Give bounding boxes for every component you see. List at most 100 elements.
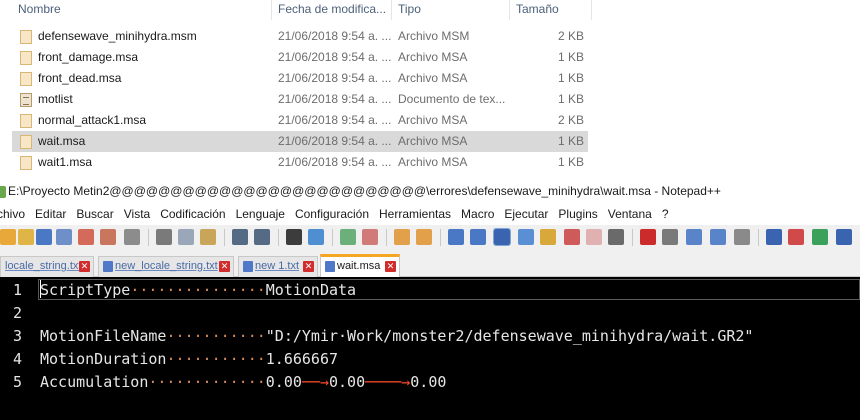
- save-macro-icon[interactable]: [734, 229, 750, 245]
- menu-vista[interactable]: Vista: [119, 203, 155, 225]
- tab-wait-msa[interactable]: wait.msa ✕: [320, 254, 400, 278]
- file-size: 1 KB: [557, 92, 584, 106]
- file-row[interactable]: wait1.msa 21/06/2018 9:54 a. ... Archivo…: [12, 152, 588, 173]
- menu-archivo[interactable]: rchivo: [0, 203, 30, 225]
- file-type: Archivo MSA: [398, 113, 468, 127]
- undo-icon[interactable]: [232, 229, 248, 245]
- column-header-size[interactable]: Tamaño: [510, 0, 592, 20]
- file-row[interactable]: front_dead.msa 21/06/2018 9:54 a. ... Ar…: [12, 68, 588, 89]
- run-macro-multiple-icon[interactable]: [710, 229, 726, 245]
- menu-plugins[interactable]: Plugins: [553, 203, 602, 225]
- line-number: 3: [12, 327, 22, 345]
- line-number: 5: [12, 373, 22, 391]
- file-name: defensewave_minihydra.msm: [38, 29, 197, 43]
- text-document-icon: [20, 93, 32, 107]
- file-row[interactable]: normal_attack1.msa 21/06/2018 9:54 a. ..…: [12, 110, 588, 131]
- column-header-date[interactable]: Fecha de modifica...: [272, 0, 392, 20]
- column-header-name[interactable]: Nombre: [12, 0, 272, 20]
- text-editor[interactable]: 1 2 3 4 5 ScriptType···············Motio…: [0, 277, 860, 420]
- sync-horizontal-icon[interactable]: [416, 229, 432, 245]
- find-icon[interactable]: [286, 229, 302, 245]
- plugin-icon[interactable]: [788, 229, 804, 245]
- print-icon[interactable]: [124, 229, 140, 245]
- file-row[interactable]: motlist 21/06/2018 9:54 a. ... Documento…: [12, 89, 588, 110]
- tab-arrow-icon: ────→: [365, 373, 411, 391]
- file-row[interactable]: front_damage.msa 21/06/2018 9:54 a. ... …: [12, 47, 588, 68]
- line-number: 4: [12, 350, 22, 368]
- plugin-icon[interactable]: [812, 229, 828, 245]
- paste-icon[interactable]: [200, 229, 216, 245]
- save-icon[interactable]: [36, 229, 52, 245]
- show-all-characters-icon[interactable]: [470, 229, 486, 245]
- monitoring-icon[interactable]: [608, 229, 624, 245]
- code-value: "D:/Ymir·Work/monster2/defensewave_minih…: [265, 327, 754, 345]
- close-tab-icon[interactable]: ✕: [219, 261, 230, 272]
- file-type: Archivo MSA: [398, 71, 468, 85]
- close-tab-icon[interactable]: ✕: [385, 261, 396, 272]
- tab-new-1[interactable]: new 1.txt ✕: [238, 256, 318, 277]
- menu-ejecutar[interactable]: Ejecutar: [499, 203, 553, 225]
- play-macro-icon[interactable]: [686, 229, 702, 245]
- word-wrap-icon[interactable]: [448, 229, 464, 245]
- file-date: 21/06/2018 9:54 a. ...: [278, 92, 392, 106]
- code-value: 0.00: [410, 373, 447, 391]
- window-titlebar[interactable]: E:\Proyecto Metin2@@@@@@@@@@@@@@@@@@@@@@…: [0, 179, 860, 203]
- file-name: wait.msa: [38, 134, 86, 148]
- replace-icon[interactable]: [308, 229, 324, 245]
- file-size: 1 KB: [557, 50, 584, 64]
- stop-macro-icon[interactable]: [662, 229, 678, 245]
- file-size: 2 KB: [557, 113, 584, 127]
- tab-new-locale-string[interactable]: new_locale_string.txt ✕: [98, 256, 234, 277]
- function-list-icon[interactable]: [564, 229, 580, 245]
- menu-configuracion[interactable]: Configuración: [290, 203, 374, 225]
- document-map-icon[interactable]: [540, 229, 556, 245]
- menu-ventana[interactable]: Ventana: [603, 203, 657, 225]
- window-title: E:\Proyecto Metin2@@@@@@@@@@@@@@@@@@@@@@…: [8, 184, 721, 198]
- file-row-selected[interactable]: wait.msa 21/06/2018 9:54 a. ... Archivo …: [12, 131, 588, 152]
- code-key: Accumulation: [40, 373, 149, 391]
- file-row[interactable]: defensewave_minihydra.msm 21/06/2018 9:5…: [12, 26, 588, 47]
- file-icon: [20, 72, 32, 86]
- whitespace-dots: ·············: [148, 373, 266, 391]
- file-name: front_damage.msa: [38, 50, 139, 64]
- file-type: Documento de tex...: [398, 92, 506, 106]
- menu-editar[interactable]: Editar: [30, 203, 71, 225]
- file-type: Archivo MSA: [398, 155, 468, 169]
- column-header-type[interactable]: Tipo: [392, 0, 510, 20]
- file-type: Archivo MSA: [398, 50, 468, 64]
- tab-label: new_locale_string.txt: [115, 260, 218, 272]
- plugin-icon[interactable]: [766, 229, 782, 245]
- copy-icon[interactable]: [178, 229, 194, 245]
- redo-icon[interactable]: [254, 229, 270, 245]
- close-all-icon[interactable]: [100, 229, 116, 245]
- record-macro-icon[interactable]: [640, 229, 656, 245]
- code-key: ScriptType: [40, 281, 131, 299]
- close-tab-icon[interactable]: ✕: [303, 261, 314, 272]
- language-icon[interactable]: [518, 229, 534, 245]
- close-tab-icon[interactable]: ✕: [79, 261, 90, 272]
- menu-bar: rchivoEditarBuscarVistaCodificaciónLengu…: [0, 203, 860, 225]
- plugin-icon[interactable]: [836, 229, 852, 245]
- folder-as-workspace-icon[interactable]: [586, 229, 602, 245]
- file-name: motlist: [38, 92, 73, 106]
- whitespace-dots: ···········: [166, 350, 266, 368]
- open-file-icon[interactable]: [18, 229, 34, 245]
- zoom-in-icon[interactable]: [340, 229, 356, 245]
- menu-codificacion[interactable]: Codificación: [155, 203, 230, 225]
- tab-label: wait.msa: [337, 260, 381, 272]
- menu-help[interactable]: ?: [657, 203, 674, 225]
- menu-macro[interactable]: Macro: [456, 203, 499, 225]
- tab-locale-string[interactable]: locale_string.txt ✕: [0, 256, 94, 277]
- code-line: Accumulation·············0.00──→0.00────…: [40, 371, 446, 394]
- indent-guide-icon[interactable]: [493, 228, 511, 246]
- menu-lenguaje[interactable]: Lenguaje: [231, 203, 290, 225]
- sync-vertical-icon[interactable]: [394, 229, 410, 245]
- menu-buscar[interactable]: Buscar: [71, 203, 118, 225]
- new-file-icon[interactable]: [0, 229, 16, 245]
- save-all-icon[interactable]: [56, 229, 72, 245]
- menu-herramientas[interactable]: Herramientas: [374, 203, 456, 225]
- cut-icon[interactable]: [156, 229, 172, 245]
- close-icon[interactable]: [78, 229, 94, 245]
- file-icon: [20, 114, 32, 128]
- zoom-out-icon[interactable]: [362, 229, 378, 245]
